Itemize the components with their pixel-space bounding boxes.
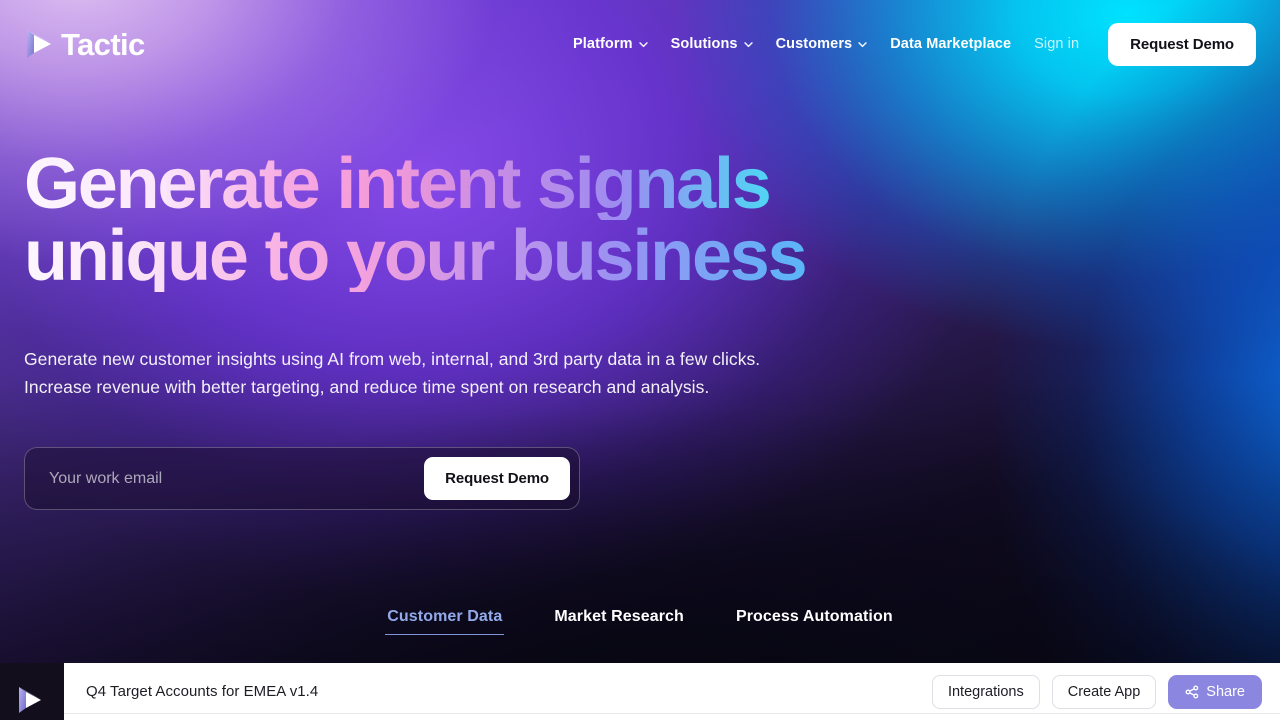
nav-item-customers-label: Customers bbox=[775, 36, 853, 52]
create-app-button[interactable]: Create App bbox=[1051, 674, 1157, 709]
share-button-label: Share bbox=[1206, 683, 1245, 700]
headline-line-1: Generate intent signals bbox=[24, 148, 805, 220]
email-signup-form: Request Demo bbox=[24, 447, 580, 510]
hero-subtext: Generate new customer insights using AI … bbox=[24, 345, 760, 401]
nav-item-sign-in-label: Sign in bbox=[1034, 36, 1080, 52]
app-sidebar bbox=[0, 663, 64, 720]
hero-subtext-line-2: Increase revenue with better targeting, … bbox=[24, 377, 710, 397]
nav-item-platform[interactable]: Platform bbox=[562, 28, 660, 60]
headline-line-2: unique to your business bbox=[24, 216, 808, 296]
app-header-bar: Q4 Target Accounts for EMEA v1.4 Integra… bbox=[64, 663, 1280, 720]
nav-item-solutions-label: Solutions bbox=[670, 36, 738, 52]
brand-name: Tactic bbox=[61, 26, 145, 62]
app-preview-panel: Q4 Target Accounts for EMEA v1.4 Integra… bbox=[0, 663, 1280, 720]
landing-page: Tactic Platform Solutions Customers Data… bbox=[0, 0, 1280, 720]
work-email-input[interactable] bbox=[49, 469, 425, 488]
share-button[interactable]: Share bbox=[1168, 674, 1262, 709]
play-triangle-icon[interactable] bbox=[16, 681, 46, 713]
brand-logo[interactable]: Tactic bbox=[24, 28, 145, 60]
chevron-down-icon bbox=[858, 41, 867, 47]
hero-subtext-line-1: Generate new customer insights using AI … bbox=[24, 349, 761, 369]
tab-customer-data-label: Customer Data bbox=[387, 608, 503, 625]
tab-customer-data[interactable]: Customer Data bbox=[385, 602, 505, 635]
play-triangle-icon bbox=[27, 30, 51, 58]
main-navigation: Platform Solutions Customers Data Market… bbox=[562, 22, 1256, 66]
page-title: Generate intent signals unique to your b… bbox=[24, 148, 808, 296]
request-demo-button-header[interactable]: Request Demo bbox=[1108, 22, 1256, 66]
nav-item-platform-label: Platform bbox=[573, 36, 633, 52]
nav-item-sign-in[interactable]: Sign in bbox=[1022, 28, 1090, 60]
nav-item-data-marketplace-label: Data Marketplace bbox=[890, 36, 1012, 52]
request-demo-button-form[interactable]: Request Demo bbox=[424, 457, 570, 500]
tab-process-automation-label: Process Automation bbox=[735, 608, 893, 625]
chevron-down-icon bbox=[638, 41, 648, 47]
integrations-button[interactable]: Integrations bbox=[931, 674, 1040, 709]
tab-market-research-label: Market Research bbox=[554, 608, 684, 625]
nav-item-solutions[interactable]: Solutions bbox=[660, 28, 765, 60]
app-action-buttons: Integrations Create App Share bbox=[931, 674, 1262, 709]
app-document-title: Q4 Target Accounts for EMEA v1.4 bbox=[86, 683, 319, 700]
feature-tabs: Customer Data Market Research Process Au… bbox=[0, 602, 1280, 635]
nav-item-customers[interactable]: Customers bbox=[765, 28, 880, 60]
site-header: Tactic Platform Solutions Customers Data… bbox=[0, 0, 1280, 88]
nav-item-data-marketplace[interactable]: Data Marketplace bbox=[879, 28, 1022, 60]
share-nodes-icon bbox=[1185, 684, 1199, 699]
tab-market-research[interactable]: Market Research bbox=[552, 602, 686, 635]
tab-process-automation[interactable]: Process Automation bbox=[734, 602, 895, 635]
chevron-down-icon bbox=[743, 41, 753, 47]
